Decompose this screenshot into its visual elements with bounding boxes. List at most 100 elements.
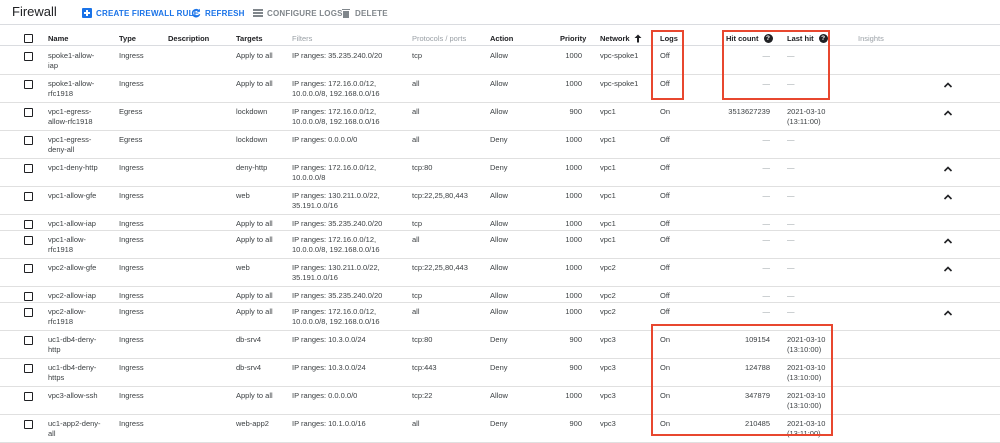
rule-name-link[interactable]: vpc1-egress- [48, 107, 91, 117]
row-checkbox[interactable] [24, 364, 33, 373]
table-row[interactable]: vpc1-deny-http Ingress deny-http IP ranges:… [0, 159, 1000, 187]
column-header-logs[interactable]: Logs [660, 34, 678, 43]
column-header-action[interactable]: Action [490, 34, 513, 43]
row-checkbox[interactable] [24, 336, 33, 345]
rule-hit-count: — [762, 79, 771, 88]
table-row[interactable]: uc1-db4-deny-http Ingress db-srv4 IP ranges… [0, 331, 1000, 359]
rule-logs-status: Off [660, 291, 670, 300]
column-header-description[interactable]: Description [168, 34, 209, 43]
create-firewall-rule-button[interactable]: CREATE FIREWALL RULE [82, 6, 199, 20]
table-row[interactable]: uc1-app2-deny-all Ingress web-app2 IP range… [0, 415, 1000, 443]
rule-name-link[interactable]: vpc1-allow-iap [48, 219, 96, 229]
rule-name-link[interactable]: allow-rfc1918 [48, 117, 93, 127]
rule-name-link[interactable]: iap [48, 61, 58, 71]
column-header-filters[interactable]: Filters [292, 34, 312, 43]
row-checkbox[interactable] [24, 164, 33, 173]
rule-targets: Apply to all [236, 51, 273, 60]
rule-name-link[interactable]: http [48, 345, 61, 355]
rule-name-link[interactable]: uc1-db4-deny- [48, 363, 96, 373]
rule-name-link[interactable]: vpc2-allow- [48, 307, 86, 317]
delete-button[interactable]: DELETE [341, 6, 388, 20]
rule-protocols: tcp:22 [412, 391, 433, 400]
rule-name-link[interactable]: vpc2-allow-gfe [48, 263, 96, 273]
chevron-up-icon[interactable] [943, 80, 953, 90]
column-header-priority[interactable]: Priority [560, 34, 586, 43]
column-header-protocols[interactable]: Protocols / ports [412, 34, 466, 43]
rule-name-link[interactable]: spoke1-allow- [48, 51, 94, 61]
rule-priority: 900 [569, 419, 582, 428]
chevron-up-icon[interactable] [943, 264, 953, 274]
help-icon[interactable]: ? [763, 34, 773, 43]
rule-targets: Apply to all [236, 291, 273, 300]
table-row[interactable]: vpc2-allow-gfe Ingress web IP ranges: 130.2… [0, 259, 1000, 287]
rule-name-link[interactable]: uc1-app2-deny- [48, 419, 101, 429]
rule-logs-status: Off [660, 219, 670, 228]
rule-name-link[interactable]: all [48, 429, 56, 439]
rule-type: Ingress [119, 419, 144, 428]
column-header-network[interactable]: Network [600, 34, 642, 43]
chevron-up-icon[interactable] [943, 108, 953, 118]
table-row[interactable]: vpc2-allow-rfc1918 Ingress Apply to all IP … [0, 303, 1000, 331]
table-row[interactable]: vpc2-allow-iap Ingress Apply to all IP rang… [0, 287, 1000, 303]
column-header-insights[interactable]: Insights [858, 34, 884, 43]
table-row[interactable]: vpc1-egress-deny-all Egress lockdown IP ran… [0, 131, 1000, 159]
rule-logs-status: On [660, 335, 671, 344]
column-header-last-hit[interactable]: Last hit ? [787, 34, 828, 43]
rule-protocols: tcp [412, 219, 423, 228]
row-checkbox[interactable] [24, 392, 33, 401]
rule-name-link[interactable]: rfc1918 [48, 245, 73, 255]
rule-name-link[interactable]: spoke1-allow- [48, 79, 94, 89]
rule-name-link[interactable]: vpc1-egress- [48, 135, 91, 145]
rule-name-link[interactable]: rfc1918 [48, 89, 73, 99]
page-title: Firewall [12, 4, 57, 19]
table-row[interactable]: vpc3-allow-ssh Ingress Apply to all IP rang… [0, 387, 1000, 415]
rule-filters: IP ranges: 35.235.240.0/20 [292, 291, 383, 300]
column-header-name[interactable]: Name [48, 34, 68, 43]
rule-priority: 900 [569, 107, 582, 116]
chevron-up-icon[interactable] [943, 192, 953, 202]
table-row[interactable]: vpc1-allow-rfc1918 Ingress Apply to all IP … [0, 231, 1000, 259]
row-checkbox[interactable] [24, 136, 33, 145]
refresh-button[interactable]: REFRESH [191, 6, 245, 20]
row-checkbox[interactable] [24, 308, 33, 317]
rule-name-link[interactable]: deny-all [48, 145, 74, 155]
rule-priority: 1000 [565, 291, 582, 300]
rule-name-link[interactable]: vpc2-allow-iap [48, 291, 96, 301]
chevron-up-icon[interactable] [943, 236, 953, 246]
rule-last-hit: (13:11:00) [787, 429, 821, 438]
rule-filters: IP ranges: 10.3.0.0/24 [292, 363, 366, 372]
rule-name-link[interactable]: rfc1918 [48, 317, 73, 327]
rule-name-link[interactable]: vpc3-allow-ssh [48, 391, 98, 401]
column-header-targets[interactable]: Targets [236, 34, 263, 43]
table-row[interactable]: spoke1-allow-iap Ingress Apply to all IP ra… [0, 47, 1000, 75]
row-checkbox[interactable] [24, 236, 33, 245]
help-icon[interactable]: ? [818, 34, 828, 43]
column-header-hit-count[interactable]: Hit count ? [726, 34, 773, 43]
row-checkbox[interactable] [24, 220, 33, 229]
rule-network: vpc-spoke1 [600, 79, 639, 88]
table-row[interactable]: uc1-db4-deny-https Ingress db-srv4 IP range… [0, 359, 1000, 387]
chevron-up-icon[interactable] [943, 308, 953, 318]
rule-name-link[interactable]: vpc1-deny-http [48, 163, 98, 173]
table-row[interactable]: vpc1-allow-iap Ingress Apply to all IP rang… [0, 215, 1000, 231]
row-checkbox[interactable] [24, 108, 33, 117]
configure-logs-button[interactable]: CONFIGURE LOGS [253, 6, 343, 20]
rule-targets: web [236, 191, 250, 200]
row-checkbox[interactable] [24, 420, 33, 429]
rule-name-link[interactable]: vpc1-allow- [48, 235, 86, 245]
row-checkbox[interactable] [24, 52, 33, 61]
table-row[interactable]: vpc1-allow-gfe Ingress web IP ranges: 130.2… [0, 187, 1000, 215]
row-checkbox[interactable] [24, 264, 33, 273]
row-checkbox[interactable] [24, 80, 33, 89]
chevron-up-icon[interactable] [943, 164, 953, 174]
table-row[interactable]: vpc1-egress-allow-rfc1918 Egress lockdown I… [0, 103, 1000, 131]
row-checkbox[interactable] [24, 192, 33, 201]
rule-logs-status: Off [660, 235, 670, 244]
select-all-checkbox[interactable] [24, 34, 33, 43]
rule-name-link[interactable]: vpc1-allow-gfe [48, 191, 96, 201]
row-checkbox[interactable] [24, 292, 33, 301]
rule-name-link[interactable]: uc1-db4-deny- [48, 335, 96, 345]
rule-name-link[interactable]: https [48, 373, 64, 383]
column-header-type[interactable]: Type [119, 34, 136, 43]
table-row[interactable]: spoke1-allow-rfc1918 Ingress Apply to all I… [0, 75, 1000, 103]
